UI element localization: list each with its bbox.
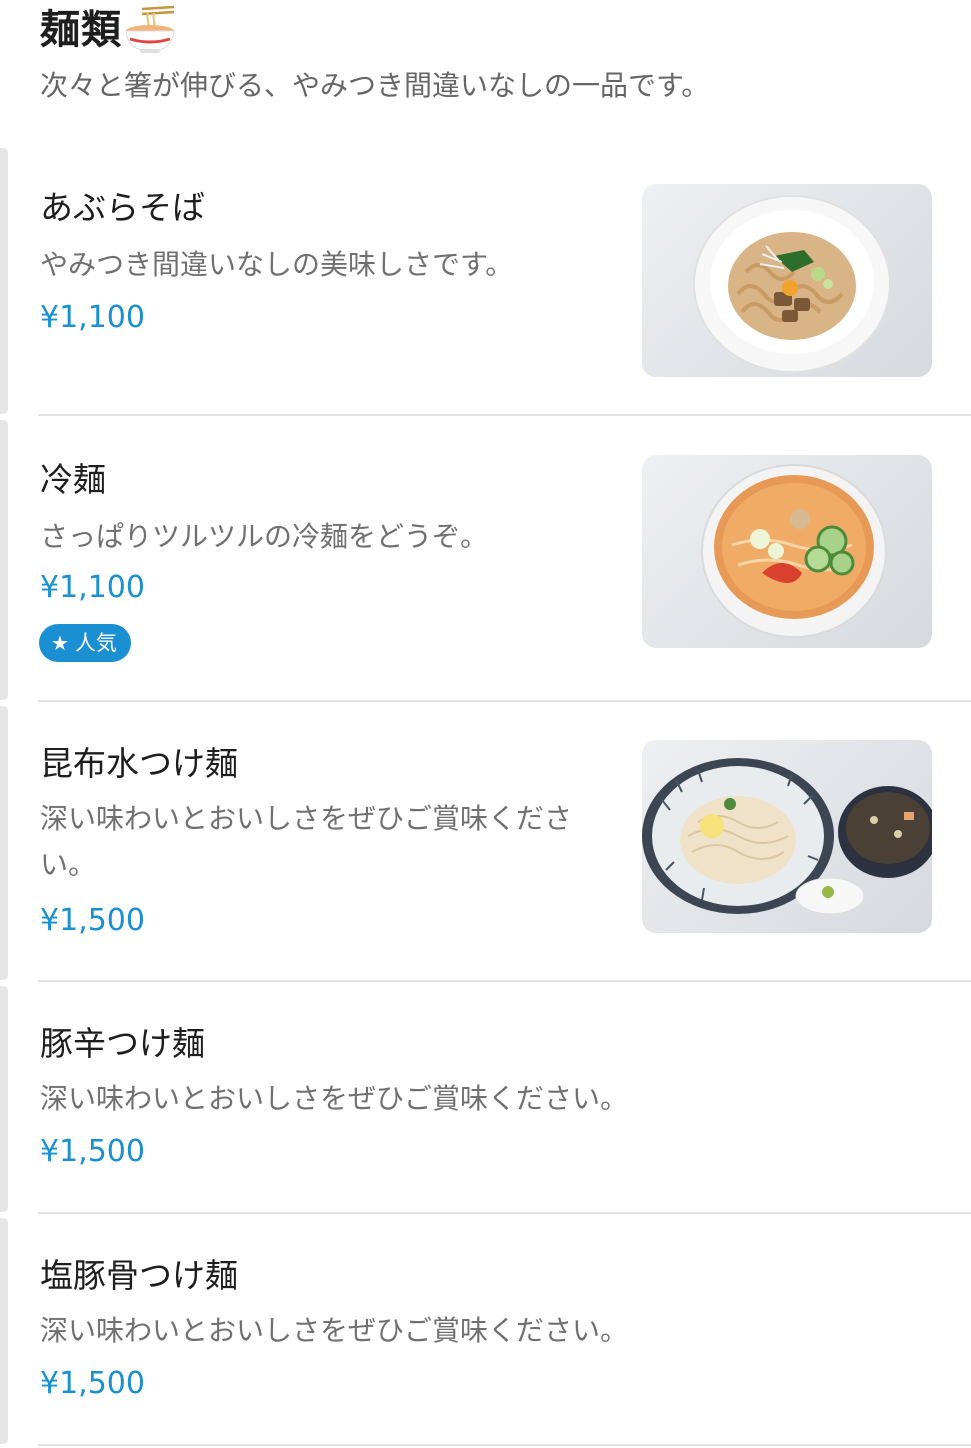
- item-description: 深い味わいとおいしさをぜひご賞味ください。: [40, 1082, 629, 1115]
- item-price: ¥1,100: [40, 300, 145, 335]
- item-description: やみつき間違いなしの美味しさです。: [40, 248, 514, 281]
- item-name: あぶらそば: [40, 188, 205, 227]
- item-description: 深い味わいとおいしさをぜひご賞味ください。: [40, 802, 573, 881]
- badge-label: 人気: [74, 631, 117, 655]
- item-photo[interactable]: [642, 740, 932, 933]
- item-divider: [38, 980, 971, 982]
- section-title: 麺類: [40, 7, 122, 53]
- item-name: 豚辛つけ麺: [40, 1024, 205, 1063]
- popular-badge: ★ 人気: [39, 624, 131, 662]
- item-name: 昆布水つけ麺: [40, 744, 238, 783]
- menu-item[interactable]: あぶらそば やみつき間違いなしの美味しさです。 ¥1,100: [0, 146, 971, 416]
- item-description: さっぱりツルツルの冷麺をどうぞ。: [40, 520, 489, 553]
- section-description: 次々と箸が伸びる、やみつき間違いなしの一品です。: [40, 69, 710, 102]
- menu-item[interactable]: 昆布水つけ麺 深い味わいとおいしさをぜひご賞味ください。 ¥1,500: [0, 704, 971, 982]
- item-photo[interactable]: [642, 455, 932, 648]
- item-accent-bar: [0, 706, 8, 980]
- menu-page: 麺類 次々と箸が伸びる、やみつき間違いなしの一品です。 あぶらそば やみつき間違…: [0, 0, 971, 1448]
- item-price: ¥1,500: [40, 1366, 145, 1401]
- item-accent-bar: [0, 148, 8, 414]
- item-price: ¥1,500: [40, 1134, 145, 1169]
- item-accent-bar: [0, 1218, 8, 1444]
- item-price: ¥1,100: [40, 570, 145, 605]
- item-name: 塩豚骨つけ麺: [40, 1256, 238, 1295]
- item-divider: [38, 700, 971, 702]
- noodle-bowl-icon: [124, 5, 180, 55]
- item-name: 冷麺: [40, 460, 106, 499]
- menu-item[interactable]: 冷麺 さっぱりツルツルの冷麺をどうぞ。 ¥1,100 ★ 人気: [0, 418, 971, 702]
- item-divider: [38, 414, 971, 416]
- item-accent-bar: [0, 420, 8, 700]
- section-title-row: 麺類: [40, 4, 180, 56]
- menu-item[interactable]: 塩豚骨つけ麺 深い味わいとおいしさをぜひご賞味ください。 ¥1,500: [0, 1216, 971, 1446]
- item-price: ¥1,500: [40, 903, 145, 938]
- star-icon: ★: [51, 631, 69, 655]
- section-header: 麺類 次々と箸が伸びる、やみつき間違いなしの一品です。: [40, 0, 940, 140]
- item-description: 深い味わいとおいしさをぜひご賞味ください。: [40, 1314, 629, 1347]
- menu-item[interactable]: 豚辛つけ麺 深い味わいとおいしさをぜひご賞味ください。 ¥1,500: [0, 984, 971, 1214]
- item-accent-bar: [0, 986, 8, 1212]
- item-divider: [38, 1444, 971, 1446]
- item-photo[interactable]: [642, 184, 932, 377]
- item-divider: [38, 1212, 971, 1214]
